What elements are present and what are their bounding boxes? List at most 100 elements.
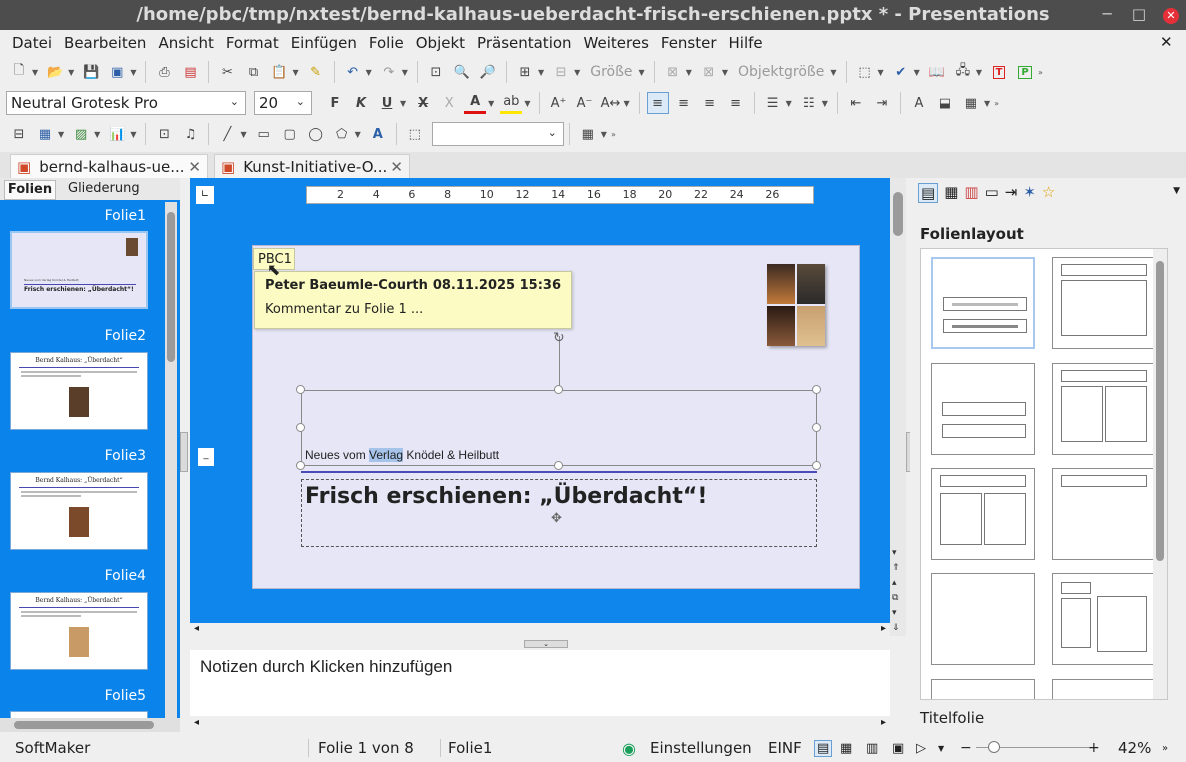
- vertical-scrollbar[interactable]: ▾ ⇑ ▴ ⧉ ▾ ⇓: [890, 178, 906, 636]
- layout-title-only-top[interactable]: [1052, 468, 1156, 560]
- numbering-icon[interactable]: ☷: [798, 92, 820, 114]
- layout-blank[interactable]: [931, 573, 1035, 665]
- font-color-icon[interactable]: A: [464, 92, 487, 114]
- normal-view-icon[interactable]: ▤: [814, 739, 833, 757]
- menu-weiteres[interactable]: Weiteres: [584, 34, 649, 52]
- object-name-select[interactable]: ⌄: [431, 122, 564, 146]
- new-document-icon[interactable]: 🗋: [8, 61, 30, 83]
- group-icon[interactable]: ⊞: [514, 61, 536, 83]
- favorites-star-icon[interactable]: ☆: [1042, 183, 1055, 203]
- menu-datei[interactable]: Datei: [12, 34, 52, 52]
- layout-title-only[interactable]: [931, 363, 1035, 455]
- book-icon[interactable]: 📖: [926, 61, 948, 83]
- char-spacing-icon[interactable]: A↔: [599, 92, 621, 114]
- clear-format-icon[interactable]: X: [438, 92, 460, 114]
- align-right-icon[interactable]: ≡: [699, 92, 721, 114]
- horizontal-ruler[interactable]: 2 4 6 8 10 12 14 16 18 20 22 24 26: [306, 186, 814, 204]
- tab-stop-icon[interactable]: ∟: [196, 186, 214, 204]
- zoom-in-icon[interactable]: +: [1088, 740, 1100, 756]
- justify-icon[interactable]: ≡: [725, 92, 747, 114]
- zoom-slider[interactable]: [976, 741, 1096, 753]
- strikethrough-icon[interactable]: X: [412, 92, 434, 114]
- transition-icon[interactable]: ⇥: [1005, 183, 1018, 203]
- slides-scrollbar[interactable]: [165, 202, 177, 718]
- bullets-icon[interactable]: ☰: [762, 92, 784, 114]
- textbox-icon[interactable]: ⊟: [8, 123, 30, 145]
- layout-picture-caption[interactable]: [931, 679, 1035, 699]
- tab-outline[interactable]: Gliederung: [68, 181, 140, 196]
- subtitle-text[interactable]: Neues vom Verlag Knödel & Heilbutt: [305, 448, 499, 462]
- picture-icon[interactable]: ▨: [70, 123, 92, 145]
- rotate-handle-icon[interactable]: ↻: [553, 330, 565, 346]
- open-folder-icon[interactable]: 📂: [44, 61, 66, 83]
- cut-icon[interactable]: ✂: [216, 61, 238, 83]
- slide-thumbnail-5[interactable]: [10, 711, 148, 718]
- menu-praesentation[interactable]: Präsentation: [477, 34, 572, 52]
- slide-thumbnail-2[interactable]: Bernd Kalhaus: „Überdacht“: [10, 352, 148, 430]
- grid-icon[interactable]: ▦: [577, 123, 599, 145]
- textmaker-icon[interactable]: T: [988, 61, 1010, 83]
- menu-folie[interactable]: Folie: [369, 34, 404, 52]
- slide-thumbnail-4[interactable]: Bernd Kalhaus: „Überdacht“: [10, 592, 148, 670]
- slides-h-scrollbar[interactable]: [0, 718, 180, 732]
- layout-scrollbar[interactable]: [1153, 249, 1167, 699]
- minimize-button[interactable]: ─: [1092, 0, 1122, 30]
- redo-icon[interactable]: ↷: [378, 61, 400, 83]
- align-center-icon[interactable]: ≡: [673, 92, 695, 114]
- web-icon[interactable]: 🖧: [952, 61, 974, 83]
- notes-splitter[interactable]: ⌄: [524, 640, 568, 648]
- comment-text[interactable]: Kommentar zu Folie 1 ...: [265, 302, 423, 317]
- zoom-100-icon[interactable]: ⊡: [425, 61, 447, 83]
- master-panel-icon[interactable]: ▭: [985, 183, 999, 203]
- decrease-indent-icon[interactable]: ⇤: [845, 92, 867, 114]
- status-more-icon[interactable]: »: [1162, 743, 1168, 754]
- author-photo-collage[interactable]: [767, 264, 825, 346]
- close-tab-icon[interactable]: ✕: [390, 158, 403, 176]
- bold-icon[interactable]: F: [324, 92, 346, 114]
- settings-icon[interactable]: ◉: [622, 739, 636, 758]
- menu-ansicht[interactable]: Ansicht: [158, 34, 213, 52]
- frame-props-icon[interactable]: ⬓: [934, 92, 956, 114]
- ole-icon[interactable]: ⊡: [153, 123, 175, 145]
- font-family-select[interactable]: Neutral Grotesk Pro ⌄: [6, 91, 246, 115]
- status-settings[interactable]: Einstellungen: [650, 739, 752, 757]
- layout-extra[interactable]: [1052, 679, 1156, 699]
- grow-font-icon[interactable]: A⁺: [547, 92, 569, 114]
- planmaker-icon[interactable]: P: [1014, 61, 1036, 83]
- close-window-button[interactable]: ✕: [1156, 0, 1186, 30]
- notes-view-icon[interactable]: ▣: [892, 741, 904, 756]
- pane-splitter-left[interactable]: [180, 432, 188, 472]
- menu-hilfe[interactable]: Hilfe: [729, 34, 763, 52]
- textart-icon[interactable]: A: [367, 123, 389, 145]
- format-painter-icon[interactable]: ✎: [305, 61, 327, 83]
- pdf-export-icon[interactable]: ▤: [179, 61, 201, 83]
- layout-two-content[interactable]: [1052, 363, 1156, 455]
- layout-title-content[interactable]: [1052, 257, 1156, 349]
- tab-slides[interactable]: Folien: [4, 180, 56, 200]
- layout-content-caption[interactable]: [1052, 573, 1156, 665]
- layout-icon[interactable]: ▦: [960, 92, 982, 114]
- menu-einfuegen[interactable]: Einfügen: [291, 34, 357, 52]
- status-insert-mode[interactable]: EINF: [768, 739, 802, 757]
- layout-comparison[interactable]: [931, 468, 1035, 560]
- increase-indent-icon[interactable]: ⇥: [871, 92, 893, 114]
- italic-icon[interactable]: K: [350, 92, 372, 114]
- slide-thumbnail-1[interactable]: Neues vom Verlag Knödel & Heilbutt Frisc…: [10, 231, 148, 309]
- zoom-out-icon[interactable]: −: [960, 740, 972, 756]
- tab-document-2[interactable]: ▣ Kunst-Initiative-O... ✕: [214, 154, 410, 178]
- menu-format[interactable]: Format: [226, 34, 279, 52]
- close-tab-icon[interactable]: ✕: [188, 158, 201, 176]
- sorter-view-icon[interactable]: ▦: [840, 741, 852, 756]
- shrink-font-icon[interactable]: A⁻: [573, 92, 595, 114]
- title-text[interactable]: Frisch erschienen: „Überdacht“!: [305, 484, 707, 509]
- select-frame-icon[interactable]: ⬚: [854, 61, 876, 83]
- outline-view-icon[interactable]: ▥: [866, 741, 878, 756]
- close-document-button[interactable]: ✕: [1160, 33, 1173, 51]
- color-scheme-icon[interactable]: ▥: [964, 183, 978, 203]
- spellcheck-icon[interactable]: ✔: [890, 61, 912, 83]
- table-icon[interactable]: ▦: [34, 123, 56, 145]
- menu-objekt[interactable]: Objekt: [416, 34, 465, 52]
- ellipse-icon[interactable]: ◯: [305, 123, 327, 145]
- rounded-rect-icon[interactable]: ▢: [279, 123, 301, 145]
- status-zoom[interactable]: 42%: [1118, 739, 1151, 757]
